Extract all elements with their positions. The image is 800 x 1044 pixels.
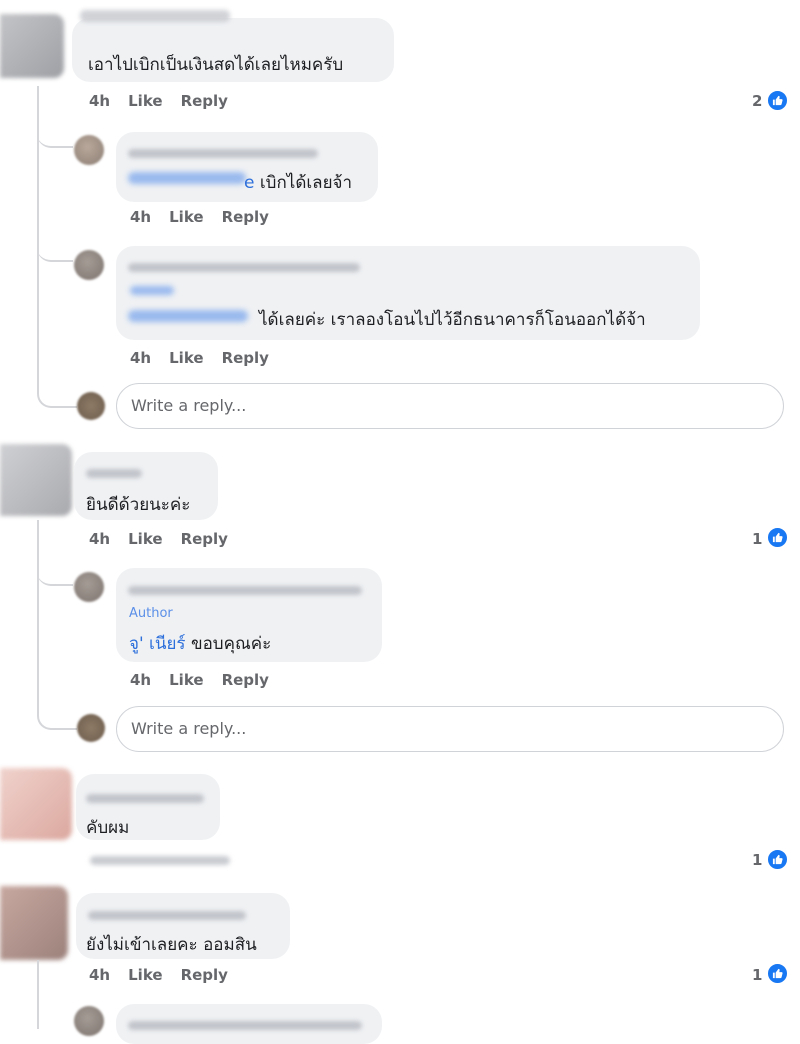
reply-placeholder: Write a reply... bbox=[131, 719, 247, 738]
comment-time: 4h bbox=[89, 92, 111, 110]
comment-bubble: เอาไปเบิกเป็นเงินสดได้เลยไหมครับ bbox=[72, 10, 394, 82]
comment-bubble: ยังไม่เข้าเลยคะ ออมสิน bbox=[76, 893, 290, 959]
reply-actions: 4h Like Reply bbox=[130, 208, 287, 226]
comment-bubble: ยินดีด้วยนะค่ะ bbox=[74, 452, 218, 520]
my-avatar bbox=[77, 714, 105, 742]
commenter-name[interactable] bbox=[86, 469, 142, 478]
like-button[interactable]: Like bbox=[128, 530, 162, 548]
replier-name[interactable] bbox=[128, 263, 360, 272]
comment-text: เอาไปเบิกเป็นเงินสดได้เลยไหมครับ bbox=[88, 55, 344, 75]
reply-bubble: Author จู' เนียร์ ขอบคุณค่ะ bbox=[116, 568, 382, 662]
comment-time: 4h bbox=[89, 530, 111, 548]
reply-message: เบิกได้เลยจ้า bbox=[259, 173, 353, 193]
thread-connector bbox=[37, 562, 73, 586]
reply-button[interactable]: Reply bbox=[181, 966, 228, 984]
replier-avatar[interactable] bbox=[74, 1006, 104, 1036]
replier-name[interactable] bbox=[128, 586, 362, 595]
comment-actions: 4h Like Reply bbox=[89, 92, 246, 110]
reaction-count[interactable]: 1 bbox=[752, 530, 762, 548]
reply-text: ได้เลยค่ะ เราลองโอนไปไว้อีกธนาคารก็โอนออ… bbox=[259, 310, 646, 330]
thumbs-up-icon bbox=[766, 526, 789, 549]
reply-bubble bbox=[116, 1004, 382, 1044]
author-badge: Author bbox=[129, 606, 173, 621]
reply-bubble: ได้เลยค่ะ เราลองโอนไปไว้อีกธนาคารก็โอนออ… bbox=[116, 246, 700, 340]
thumbs-up-icon bbox=[766, 89, 789, 112]
reply-actions: 4h Like Reply bbox=[130, 349, 287, 367]
reply-text: จู' เนียร์ ขอบคุณค่ะ bbox=[129, 630, 271, 657]
comment-actions: 4h Like Reply bbox=[89, 966, 246, 984]
reply-actions: 4h Like Reply bbox=[130, 671, 287, 689]
like-button[interactable]: Like bbox=[169, 208, 203, 226]
reply-bubble: e เบิกได้เลยจ้า bbox=[116, 132, 378, 202]
replier-name[interactable] bbox=[128, 149, 318, 158]
comment-actions-blurred bbox=[90, 856, 230, 865]
write-reply-input[interactable]: Write a reply... bbox=[116, 383, 784, 429]
commenter-avatar[interactable] bbox=[0, 886, 68, 960]
reply-button[interactable]: Reply bbox=[222, 349, 269, 367]
commenter-avatar[interactable] bbox=[0, 768, 72, 840]
like-button[interactable]: Like bbox=[169, 349, 203, 367]
reply-button[interactable]: Reply bbox=[181, 92, 228, 110]
commenter-name[interactable] bbox=[88, 911, 246, 920]
thread-line bbox=[37, 86, 39, 314]
comment-text: ยินดีด้วยนะค่ะ bbox=[86, 495, 191, 515]
write-reply-input[interactable]: Write a reply... bbox=[116, 706, 784, 752]
commenter-avatar[interactable] bbox=[0, 444, 72, 516]
thumbs-up-icon bbox=[766, 962, 789, 985]
replier-avatar[interactable] bbox=[74, 572, 104, 602]
mention-link[interactable] bbox=[128, 310, 248, 322]
like-button[interactable]: Like bbox=[128, 966, 162, 984]
commenter-name[interactable] bbox=[86, 794, 204, 803]
replier-avatar[interactable] bbox=[74, 135, 104, 165]
reaction-count[interactable]: 2 bbox=[752, 92, 762, 110]
reply-message: ขอบคุณค่ะ bbox=[190, 634, 272, 654]
reply-button[interactable]: Reply bbox=[222, 208, 269, 226]
comment-text: ยังไม่เข้าเลยคะ ออมสิน bbox=[86, 935, 257, 955]
reply-text: e เบิกได้เลยจ้า bbox=[244, 169, 352, 196]
mention-suffix[interactable]: e bbox=[244, 173, 254, 193]
reply-time: 4h bbox=[130, 349, 152, 367]
reply-button[interactable]: Reply bbox=[181, 530, 228, 548]
thread-connector bbox=[37, 124, 73, 148]
reply-time: 4h bbox=[130, 208, 152, 226]
thread-connector bbox=[37, 238, 73, 262]
reaction-count[interactable]: 1 bbox=[752, 851, 762, 869]
reply-time: 4h bbox=[130, 671, 152, 689]
comment-bubble: คับผม bbox=[76, 774, 220, 840]
reply-button[interactable]: Reply bbox=[222, 671, 269, 689]
thumbs-up-icon bbox=[766, 848, 789, 871]
comment-text: คับผม bbox=[86, 818, 130, 838]
author-badge-blurred bbox=[130, 286, 174, 295]
mention-link[interactable]: จู' เนียร์ bbox=[129, 634, 186, 654]
my-avatar bbox=[77, 392, 105, 420]
comment-time: 4h bbox=[89, 966, 111, 984]
reaction-count[interactable]: 1 bbox=[752, 966, 762, 984]
commenter-avatar[interactable] bbox=[0, 14, 64, 78]
thread-connector bbox=[37, 620, 77, 730]
thread-line bbox=[37, 960, 39, 1029]
replier-avatar[interactable] bbox=[74, 250, 104, 280]
mention-link[interactable] bbox=[128, 172, 246, 184]
like-button[interactable]: Like bbox=[169, 671, 203, 689]
commenter-name[interactable] bbox=[80, 10, 230, 22]
comment-actions: 4h Like Reply bbox=[89, 530, 246, 548]
like-button[interactable]: Like bbox=[128, 92, 162, 110]
reply-placeholder: Write a reply... bbox=[131, 396, 247, 415]
thread-connector bbox=[37, 300, 77, 408]
